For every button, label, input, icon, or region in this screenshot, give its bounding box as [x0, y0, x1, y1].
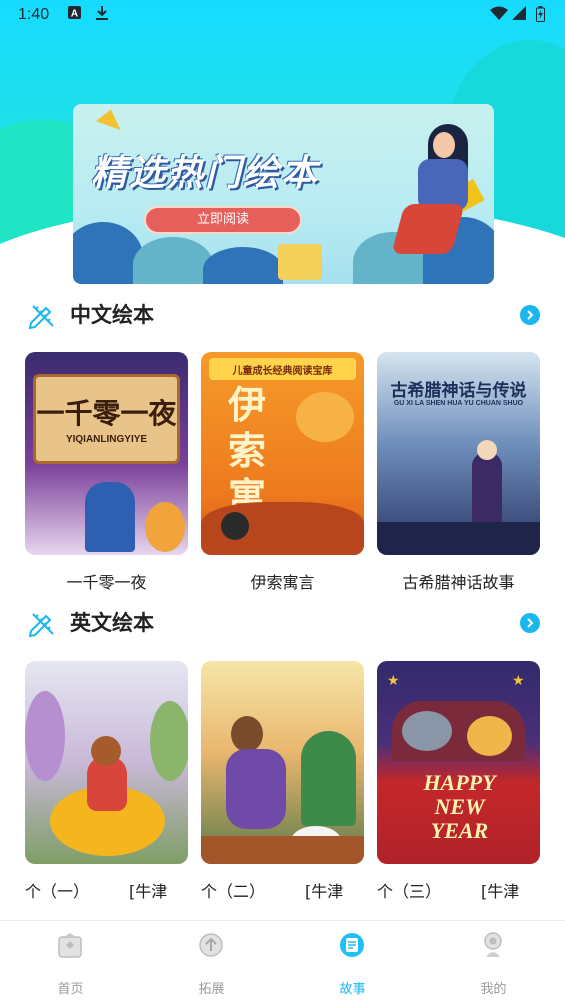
girl-illustration-head: [91, 736, 121, 766]
sea-illustration: [377, 522, 540, 555]
section-header-chinese: 中文绘本: [0, 295, 565, 335]
book-title: 伊索寓言: [250, 573, 315, 592]
cover-subtitle: GU XI LA SHEN HUA YU CHUAN SHUO: [393, 400, 524, 407]
tab-label: 我的: [480, 982, 507, 997]
pencil-ruler-icon: [28, 613, 54, 637]
banner-wave: [133, 237, 213, 284]
book-card[interactable]: 古希腊神话与传说 GU XI LA SHEN HUA YU CHUAN SHUO: [377, 352, 540, 555]
bottom-tab-bar: 首页 拓展 故事 我的: [0, 920, 565, 1004]
battery-icon: [536, 6, 545, 26]
cover-title: 古希腊神话与传说: [390, 381, 527, 401]
book-card[interactable]: 儿童成长经典阅读宝库 伊索寓言: [201, 352, 364, 555]
lamp-illustration: [145, 502, 185, 552]
girl-illustration-face: [433, 132, 455, 158]
book-title: 个（三） [牛津: [377, 882, 520, 900]
chevron-right-icon: [527, 310, 534, 320]
floor-illustration: [201, 836, 364, 864]
cover-title: 一千零一夜: [36, 397, 177, 430]
section-header-english: 英文绘本: [0, 603, 565, 643]
banner-wave: [203, 247, 283, 284]
wifi-icon: [490, 6, 508, 24]
section-more-button[interactable]: [520, 305, 540, 325]
tab-home[interactable]: 首页: [0, 921, 141, 1004]
profile-icon: [484, 932, 502, 957]
book-title: 古希腊神话故事: [402, 573, 515, 592]
sun-illustration: [296, 392, 354, 442]
girl-illustration: [467, 716, 512, 756]
status-bar: 1:40 A: [0, 0, 565, 32]
plants-illustration: [301, 731, 356, 826]
featured-banner[interactable]: 精选热门绘本 立即阅读: [73, 104, 494, 284]
book-title: 个（二） [牛津: [201, 882, 344, 900]
cover-banner: 儿童成长经典阅读宝库: [232, 366, 333, 377]
star-icon: ★: [512, 673, 525, 689]
book-card[interactable]: HAPPY NEW YEAR ★ ★: [377, 661, 540, 864]
section-title: 英文绘本: [70, 611, 154, 635]
expand-icon: [199, 933, 223, 957]
cover-subtitle: YIQIANLINGYIYE: [65, 434, 148, 445]
leaf-illustration: [150, 701, 188, 781]
tab-label: 故事: [339, 982, 366, 997]
woman-illustration: [226, 749, 286, 829]
character-illustration: [85, 482, 135, 552]
book-card[interactable]: 一千零一夜 YIQIANLINGYIYE: [25, 352, 188, 555]
tab-story[interactable]: 故事: [282, 921, 423, 1004]
book-card[interactable]: [25, 661, 188, 864]
book-card[interactable]: [201, 661, 364, 864]
section-more-button[interactable]: [520, 613, 540, 633]
animal-illustration: [402, 711, 452, 751]
goddess-face: [477, 440, 497, 460]
books-illustration: [278, 244, 322, 280]
flower-illustration: [25, 691, 65, 781]
woman-illustration-head: [231, 716, 263, 752]
a-notification-icon: A: [68, 6, 81, 23]
banner-title: 精选热门绘本: [91, 153, 320, 194]
download-icon: [96, 6, 108, 24]
story-icon: [340, 933, 364, 957]
read-now-button[interactable]: 立即阅读: [144, 206, 302, 234]
section-title: 中文绘本: [70, 303, 154, 327]
cover-title: HAPPY NEW YEAR: [423, 770, 496, 843]
pencil-ruler-icon: [28, 305, 54, 329]
svg-text:A: A: [71, 9, 78, 20]
tab-expand[interactable]: 拓展: [141, 921, 282, 1004]
tab-label: 首页: [57, 982, 84, 997]
book-title: 个（一） [牛津: [25, 882, 168, 900]
chevron-right-icon: [527, 618, 534, 628]
signal-icon: [512, 6, 526, 24]
star-icon: ★: [387, 673, 400, 689]
animal-illustration: [221, 512, 249, 540]
triangle-ruler-icon: [96, 106, 126, 130]
home-icon: [58, 933, 82, 958]
status-time: 1:40: [18, 6, 50, 23]
book-title: 一千零一夜: [66, 573, 147, 592]
tab-profile[interactable]: 我的: [423, 921, 564, 1004]
tab-label: 拓展: [198, 982, 225, 997]
